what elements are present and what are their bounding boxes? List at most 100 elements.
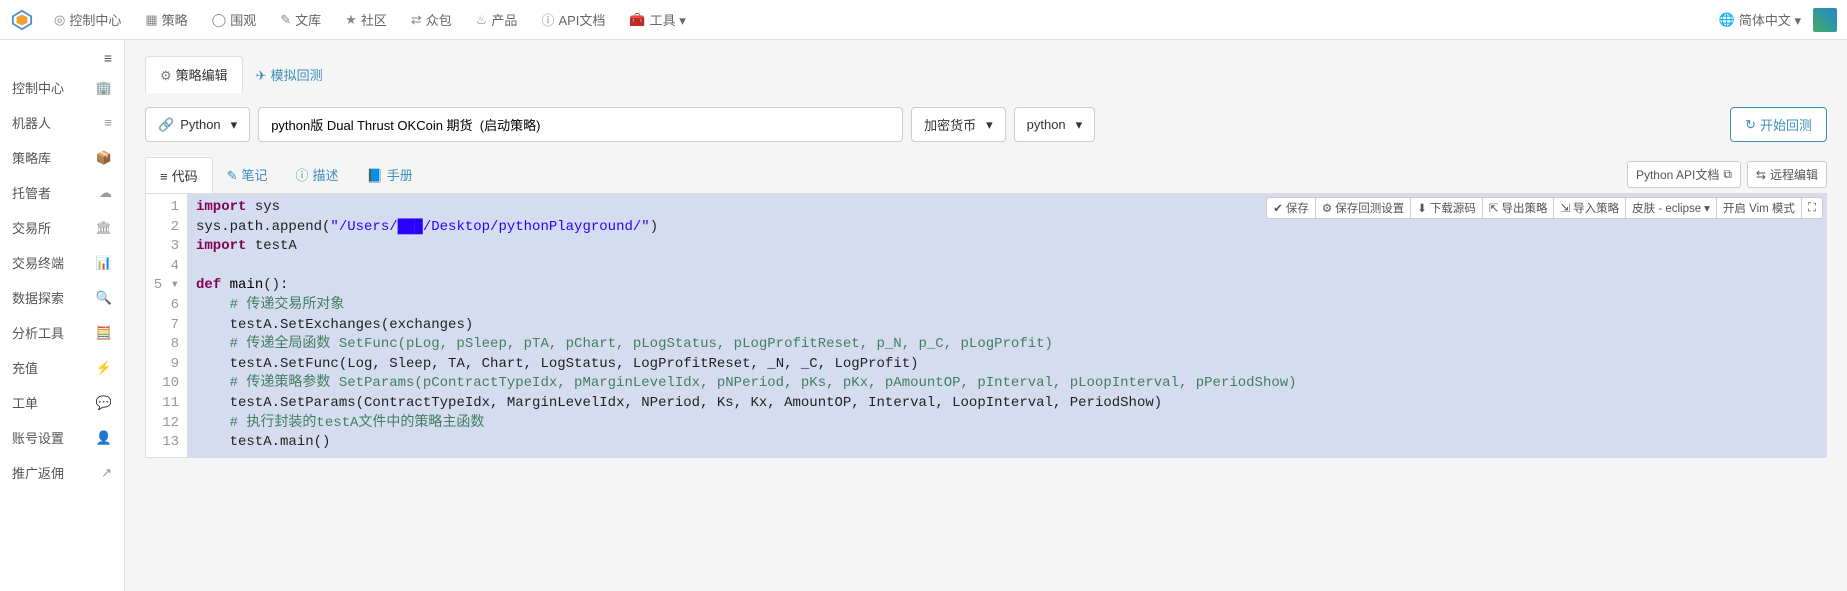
code-content[interactable]: import syssys.path.append("/Users/███/De… (188, 194, 1826, 457)
button-label: 保存回测设置 (1335, 200, 1404, 216)
code-line[interactable]: testA.main() (196, 433, 1818, 453)
import-strategy-button[interactable]: ⇲导入策略 (1553, 197, 1626, 219)
book-icon: 📘 (367, 168, 383, 183)
globe-icon: 🌐 (1719, 12, 1735, 28)
main-content: ⚙策略编辑 ✈模拟回测 🔗 Python ▾ 加密货币 ▾ python ▾ (125, 40, 1847, 591)
topnav-item-6[interactable]: ♨产品 (464, 0, 530, 40)
sidebar-item-6[interactable]: 数据探索🔍 (0, 280, 124, 315)
dropdown-label: Python (180, 117, 220, 132)
code-line[interactable]: # 执行封装的testA文件中的策略主函数 (196, 414, 1818, 434)
topnav-item-5[interactable]: ⇄众包 (399, 0, 464, 40)
topnav-item-3[interactable]: ✎文库 (268, 0, 333, 40)
sidebar-item-label: 充值 (12, 358, 38, 377)
sidebar-item-1[interactable]: 机器人≡ (0, 105, 124, 140)
sidebar-item-9[interactable]: 工单💬 (0, 385, 124, 420)
button-label: 导入策略 (1573, 200, 1619, 216)
nav-label: 控制中心 (69, 10, 121, 29)
sidebar-item-8[interactable]: 充值⚡ (0, 350, 124, 385)
sidebar-item-5[interactable]: 交易终端 📊 (0, 245, 124, 280)
nav-label: 策略 (162, 10, 188, 29)
caret-down-icon: ▾ (986, 117, 993, 133)
nav-label: 产品 (491, 10, 517, 29)
topnav-item-1[interactable]: ▦策略 (133, 0, 199, 40)
nav-label: API文档 (558, 10, 605, 29)
download-source-button[interactable]: ⬇下载源码 (1410, 197, 1483, 219)
sidebar-item-2[interactable]: 策略库📦 (0, 140, 124, 175)
nav-icon: ⓘ (541, 10, 554, 29)
strategy-name-input[interactable] (258, 107, 903, 142)
remote-edit-button[interactable]: ⇆ 远程编辑 (1747, 161, 1827, 188)
user-avatar[interactable] (1813, 8, 1837, 32)
refresh-icon: ↻ (1745, 117, 1756, 133)
code-line[interactable]: testA.SetExchanges(exchanges) (196, 316, 1818, 336)
sidebar-toggle[interactable]: ≡ (0, 46, 124, 70)
code-line[interactable]: # 传递交易所对象 (196, 296, 1818, 316)
sidebar-item-icon: 📊 (96, 255, 112, 271)
primary-tabs: ⚙策略编辑 ✈模拟回测 (145, 56, 1827, 93)
tab-code[interactable]: ≡代码 (145, 157, 213, 194)
tab-backtest[interactable]: ✈模拟回测 (242, 57, 337, 93)
topnav-item-2[interactable]: ◯围观 (200, 0, 269, 40)
language-dropdown[interactable]: 🔗 Python ▾ (145, 107, 250, 142)
sidebar-item-icon: 💬 (96, 395, 112, 411)
vim-mode-button[interactable]: 开启 Vim 模式 (1716, 197, 1802, 219)
tab-label: 策略编辑 (176, 68, 228, 83)
topnav-item-0[interactable]: ◎控制中心 (42, 0, 133, 40)
sidebar-item-label: 交易所 (12, 218, 51, 237)
code-line[interactable]: # 传递策略参数 SetParams(pContractTypeIdx, pMa… (196, 374, 1818, 394)
code-line[interactable]: def main(): (196, 276, 1818, 296)
dropdown-label: python (1027, 117, 1066, 132)
code-line[interactable]: # 传递全局函数 SetFunc(pLog, pSleep, pTA, pCha… (196, 335, 1818, 355)
line-number-gutter: 12345 ▾678910111213 (146, 194, 188, 457)
button-label: 远程编辑 (1770, 166, 1818, 183)
topnav-item-8[interactable]: 🧰工具 ▾ (617, 0, 697, 40)
api-docs-button[interactable]: Python API文档 ⧉ (1627, 161, 1741, 188)
sidebar-item-label: 数据探索 (12, 288, 64, 307)
sidebar-item-11[interactable]: 推广返佣↗ (0, 455, 124, 490)
save-settings-button[interactable]: ⚙保存回测设置 (1315, 197, 1411, 219)
fullscreen-button[interactable]: ⛶ (1801, 197, 1823, 219)
export-strategy-button[interactable]: ⇱导出策略 (1482, 197, 1555, 219)
sidebar-item-label: 账号设置 (12, 428, 64, 447)
sidebar-item-7[interactable]: 分析工具🧮 (0, 315, 124, 350)
code-line[interactable]: testA.SetFunc(Log, Sleep, TA, Chart, Log… (196, 355, 1818, 375)
info-icon: ⓘ (296, 168, 309, 183)
code-line[interactable]: import testA (196, 237, 1818, 257)
topnav-item-7[interactable]: ⓘAPI文档 (529, 0, 617, 40)
language-switcher[interactable]: 🌐 简体中文 ▾ (1707, 0, 1813, 40)
secondary-tabs: ≡代码 ✎笔记 ⓘ描述 📘手册 (145, 156, 427, 193)
nav-label: 社区 (361, 10, 387, 29)
sidebar-item-icon: ↗ (101, 465, 112, 481)
sidebar-item-label: 交易终端 (12, 253, 64, 272)
sidebar-item-icon: ☁ (99, 185, 112, 201)
sidebar-item-0[interactable]: 控制中心🏢 (0, 70, 124, 105)
link-icon: 🔗 (158, 117, 174, 133)
sidebar-item-4[interactable]: 交易所🏛 (0, 210, 124, 245)
tab-strategy-editor[interactable]: ⚙策略编辑 (145, 56, 243, 93)
tab-description[interactable]: ⓘ描述 (282, 157, 353, 192)
runtime-dropdown[interactable]: python ▾ (1014, 107, 1096, 142)
sync-icon: ⇆ (1756, 168, 1766, 182)
sidebar-item-label: 托管者 (12, 183, 51, 202)
tab-manual[interactable]: 📘手册 (353, 157, 427, 192)
tab-label: 模拟回测 (271, 68, 323, 83)
tab-notes[interactable]: ✎笔记 (213, 157, 282, 192)
sidebar-item-10[interactable]: 账号设置 👤 (0, 420, 124, 455)
sidebar-item-label: 控制中心 (12, 78, 64, 97)
sidebar-item-3[interactable]: 托管者 ☁ (0, 175, 124, 210)
category-dropdown[interactable]: 加密货币 ▾ (911, 107, 1006, 142)
pencil-icon: ✎ (227, 168, 238, 183)
start-backtest-button[interactable]: ↻ 开始回测 (1730, 107, 1827, 142)
code-line[interactable]: sys.path.append("/Users/███/Desktop/pyth… (196, 218, 1818, 238)
code-line[interactable] (196, 257, 1818, 277)
topnav-item-4[interactable]: ★社区 (333, 0, 399, 40)
sidebar-item-icon: 👤 (96, 430, 112, 446)
secondary-tabs-row: ≡代码 ✎笔记 ⓘ描述 📘手册 Python API文档 ⧉ ⇆ 远程编辑 (145, 156, 1827, 193)
theme-dropdown[interactable]: 皮肤 - eclipse ▾ (1625, 197, 1717, 219)
code-editor[interactable]: ✔保存 ⚙保存回测设置 ⬇下载源码 ⇱导出策略 ⇲导入策略 皮肤 - eclip… (145, 193, 1827, 458)
save-button[interactable]: ✔保存 (1266, 197, 1316, 219)
app-logo (10, 8, 34, 32)
check-icon: ✔ (1273, 201, 1283, 215)
code-line[interactable]: testA.SetParams(ContractTypeIdx, MarginL… (196, 394, 1818, 414)
nav-label: 文库 (295, 10, 321, 29)
